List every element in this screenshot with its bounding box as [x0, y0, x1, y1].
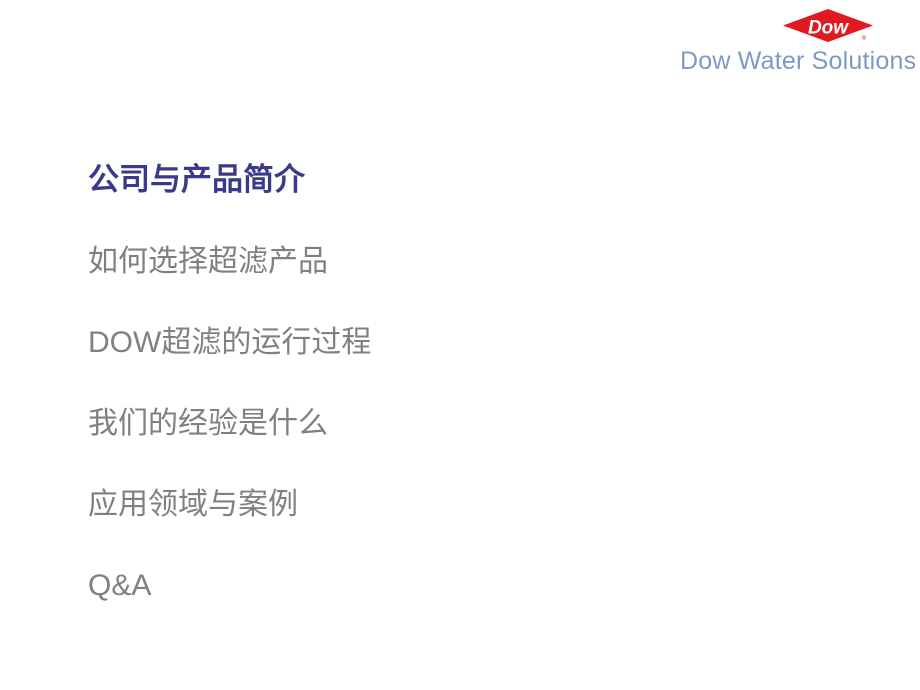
agenda-item-label: DOW超滤的运行过程 [88, 326, 372, 359]
agenda-item-1[interactable]: 公司与产品简介 [52, 156, 872, 205]
gold-sphere-bullet-icon [52, 414, 72, 434]
svg-text:Dow: Dow [808, 18, 849, 39]
brand-wordmark: Dow Water Solutions [680, 47, 917, 75]
agenda-item-3[interactable]: DOW超滤的运行过程 [52, 318, 872, 367]
gold-sphere-bullet-icon [52, 576, 72, 596]
gold-sphere-bullet-icon [52, 252, 72, 272]
agenda-item-5[interactable]: 应用领域与案例 [52, 480, 872, 529]
agenda-item-label: 如何选择超滤产品 [88, 245, 328, 278]
dow-diamond-logo-icon: Dow ® [782, 8, 874, 44]
brand-block: Dow ® Dow Water Solutions [680, 8, 917, 76]
agenda-item-label: 公司与产品简介 [88, 162, 305, 198]
agenda-item-label: Q&A [88, 569, 152, 602]
agenda-item-4[interactable]: 我们的经验是什么 [52, 399, 872, 448]
presentation-slide: Dow ® Dow Water Solutions 公司与产品简介 如何选择超滤… [0, 0, 920, 690]
gold-sphere-bullet-icon [52, 333, 72, 353]
gold-sphere-bullet-icon [52, 495, 72, 515]
agenda-item-label: 应用领域与案例 [88, 488, 298, 521]
rose-picture-bullet-icon [52, 171, 72, 191]
svg-text:®: ® [862, 35, 867, 42]
agenda-item-label: 我们的经验是什么 [88, 407, 328, 440]
agenda-item-6[interactable]: Q&A [52, 561, 872, 610]
agenda-item-2[interactable]: 如何选择超滤产品 [52, 237, 872, 286]
agenda-list: 公司与产品简介 如何选择超滤产品 DOW超滤的运行过程 我们的经验是什么 应用领 [52, 156, 872, 610]
